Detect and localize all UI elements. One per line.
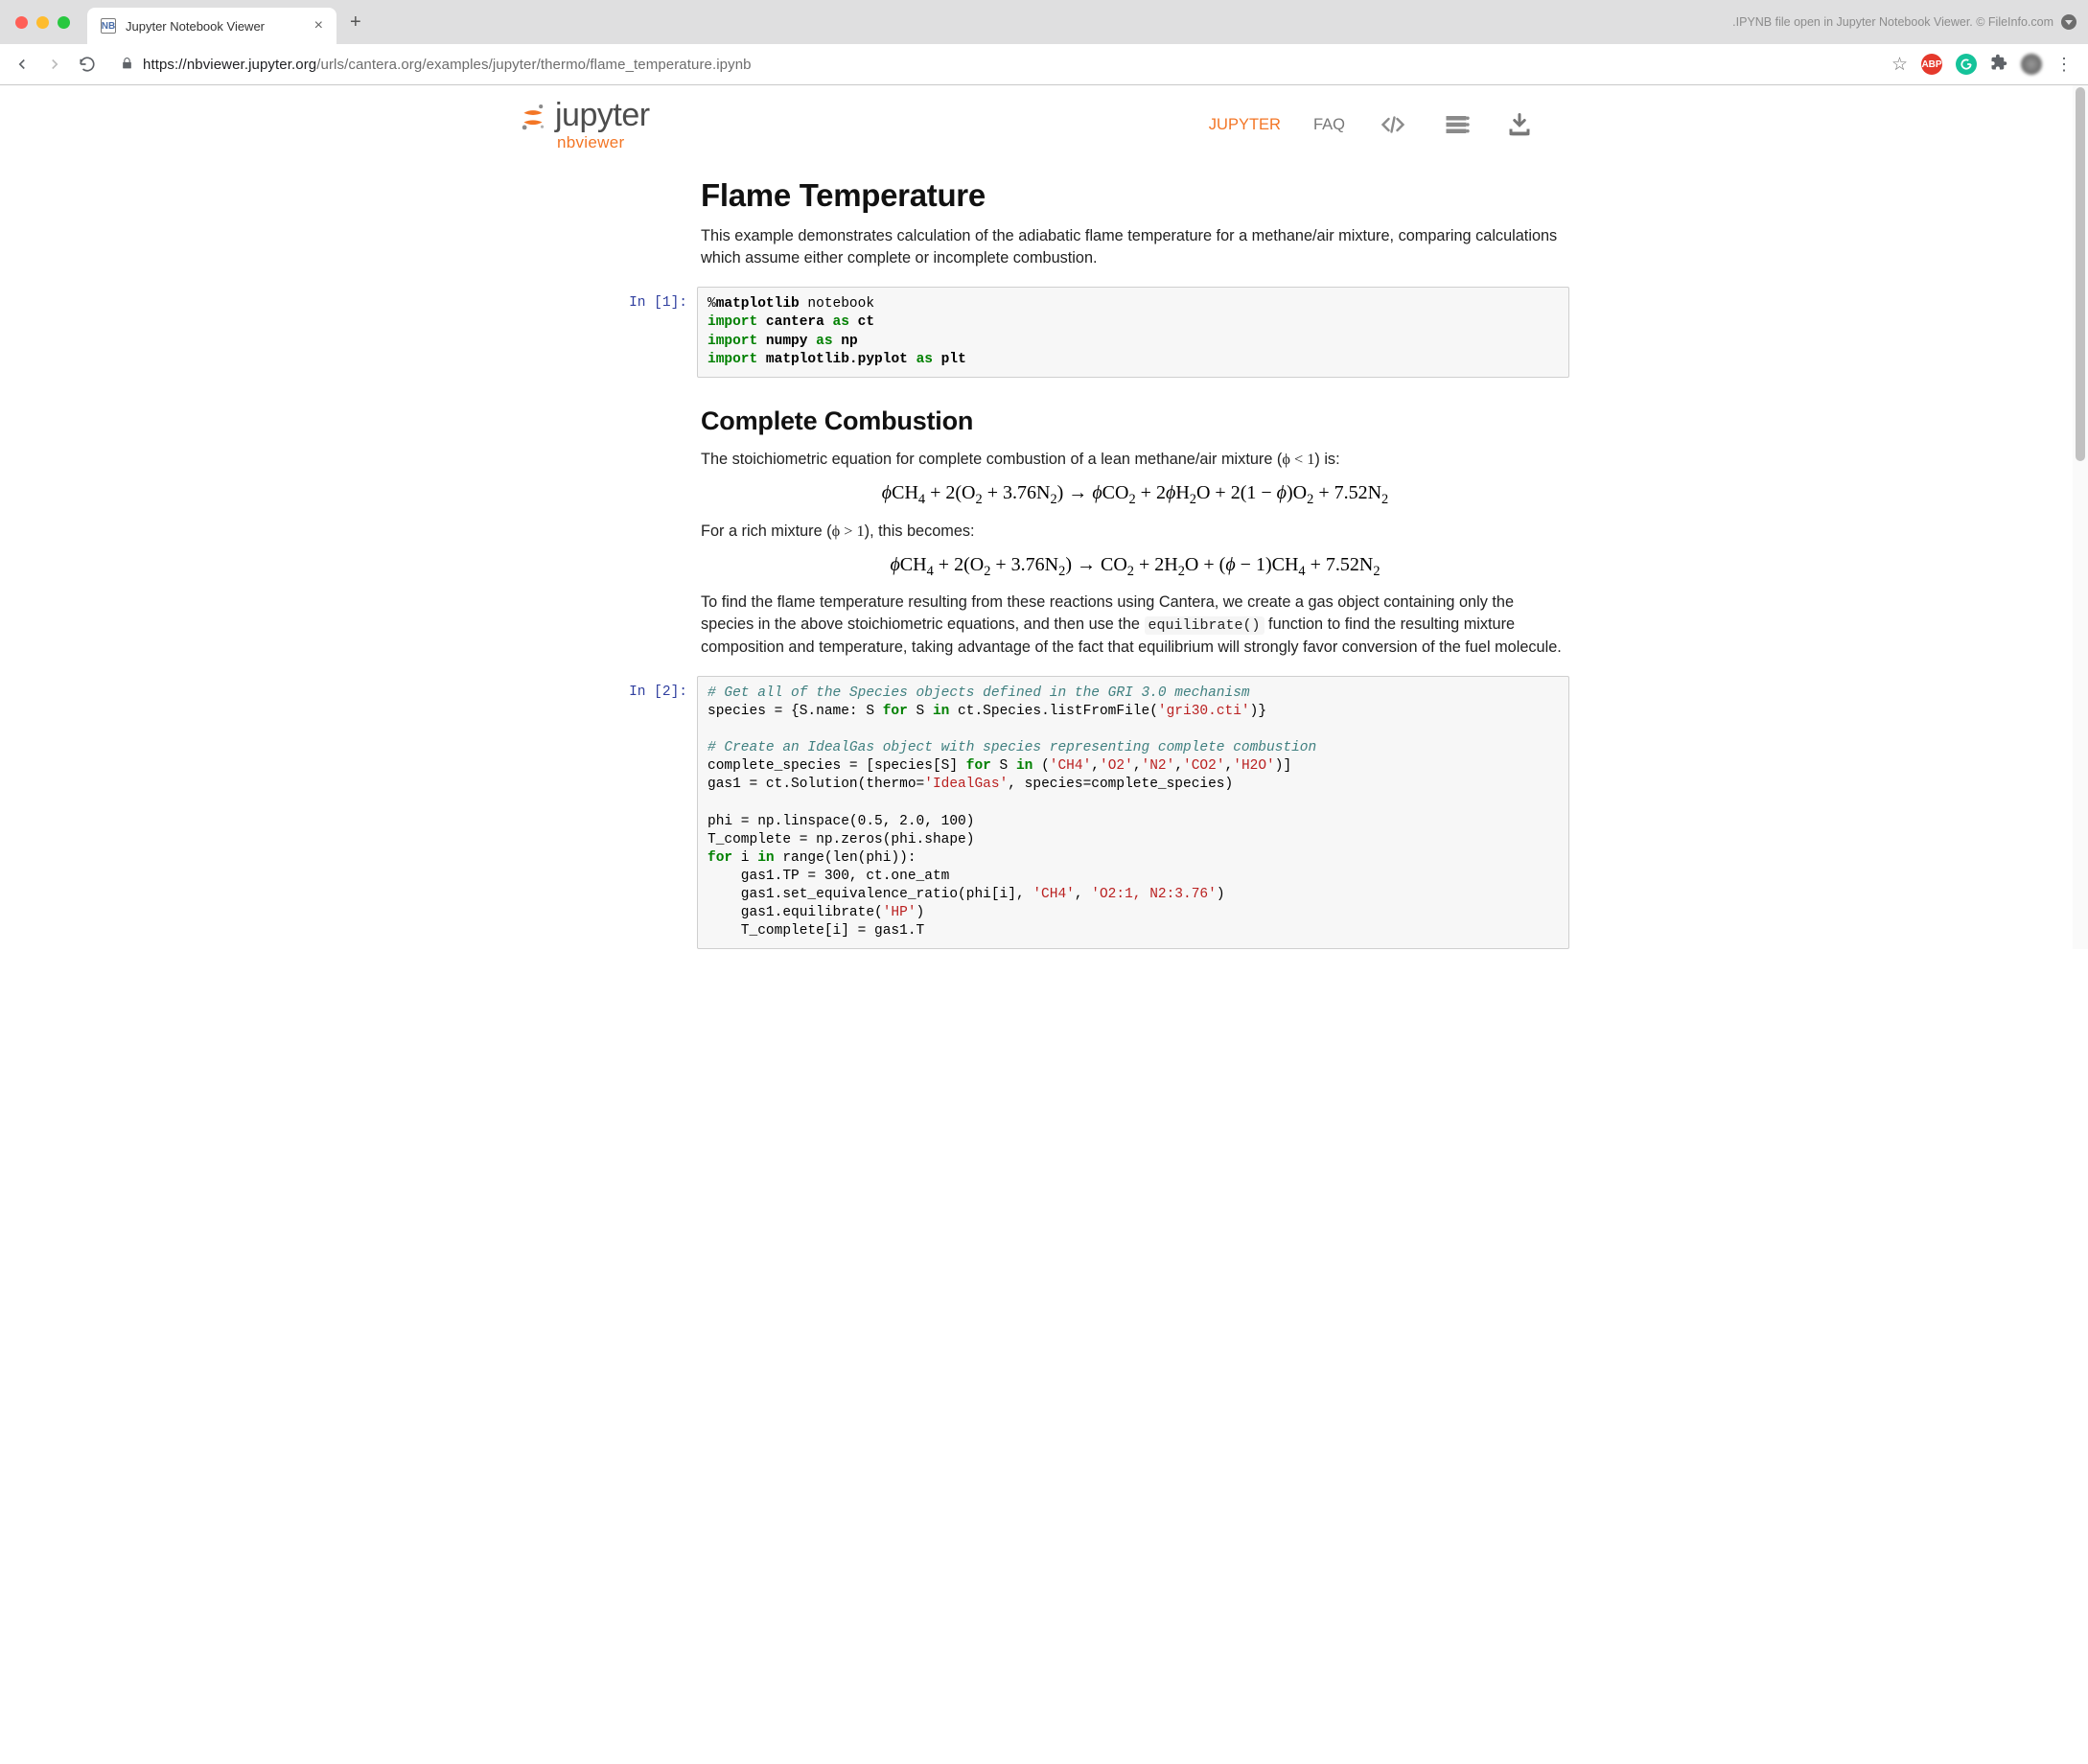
page-content: jupyter nbviewer JUPYTER FAQ Flame Tempe… — [0, 85, 2088, 949]
rich-paragraph: For a rich mixture (ϕ > 1), this becomes… — [701, 520, 1569, 543]
markdown-block: Flame Temperature This example demonstra… — [519, 177, 1569, 269]
forward-button[interactable] — [42, 52, 67, 77]
tab-bar-info: .IPYNB file open in Jupyter Notebook Vie… — [1732, 14, 2076, 30]
view-code-icon[interactable] — [1378, 110, 1408, 139]
nbviewer-header: jupyter nbviewer JUPYTER FAQ — [507, 85, 1581, 156]
bookmark-star-icon[interactable]: ☆ — [1891, 54, 1908, 76]
view-slides-icon[interactable] — [1441, 110, 1472, 139]
grammarly-extension-icon[interactable] — [1956, 54, 1977, 75]
browser-chrome: NB Jupyter Notebook Viewer × + .IPYNB fi… — [0, 0, 2088, 85]
markdown-block-2: Complete Combustion The stoichiometric e… — [519, 406, 1569, 659]
code-input[interactable]: %matplotlib notebook import cantera as c… — [697, 287, 1569, 378]
abp-extension-icon[interactable]: ABP — [1921, 54, 1942, 75]
back-button[interactable] — [10, 52, 35, 77]
cell-prompt: In [2]: — [519, 676, 697, 950]
lock-icon — [121, 57, 133, 73]
page-title: Flame Temperature — [701, 177, 1569, 214]
logo-jupyter-label: jupyter — [555, 99, 650, 131]
jupyter-logo-icon — [519, 103, 547, 131]
new-tab-button[interactable]: + — [350, 12, 361, 34]
nav-link-jupyter[interactable]: JUPYTER — [1209, 116, 1281, 134]
lean-paragraph: The stoichiometric equation for complete… — [701, 448, 1569, 471]
header-nav: JUPYTER FAQ — [1209, 110, 1535, 139]
close-window-button[interactable] — [15, 16, 28, 29]
maximize-window-button[interactable] — [58, 16, 70, 29]
logo-text: jupyter nbviewer — [555, 99, 650, 151]
tab-close-button[interactable]: × — [314, 17, 323, 35]
tab-info-text: .IPYNB file open in Jupyter Notebook Vie… — [1732, 15, 2053, 29]
tab-favicon-icon: NB — [101, 18, 116, 34]
notebook-content: Flame Temperature This example demonstra… — [519, 156, 1569, 949]
profile-avatar[interactable] — [2021, 54, 2042, 75]
cell-prompt: In [1]: — [519, 287, 697, 378]
extensions-icon[interactable] — [1990, 54, 2007, 76]
browser-tab[interactable]: NB Jupyter Notebook Viewer × — [87, 8, 336, 44]
logo-nbviewer-label: nbviewer — [557, 134, 650, 151]
code-input[interactable]: # Get all of the Species objects defined… — [697, 676, 1569, 950]
tab-bar: NB Jupyter Notebook Viewer × + .IPYNB fi… — [0, 0, 2088, 44]
equation-rich: ϕCH4 + 2(O2 + 3.76N2) → CO2 + 2H2O + (ϕ … — [701, 554, 1569, 580]
nav-bar: https://nbviewer.jupyter.org/urls/canter… — [0, 44, 2088, 84]
intro-paragraph: This example demonstrates calculation of… — [701, 225, 1569, 269]
code-cell-1: In [1]: %matplotlib notebook import cant… — [519, 287, 1569, 378]
section-heading: Complete Combustion — [701, 406, 1569, 436]
equation-lean: ϕCH4 + 2(O2 + 3.76N2) → ϕCO2 + 2ϕH2O + 2… — [701, 482, 1569, 508]
info-dropdown-icon[interactable] — [2061, 14, 2076, 30]
code-cell-2: In [2]: # Get all of the Species objects… — [519, 676, 1569, 950]
browser-menu-button[interactable]: ⋮ — [2055, 55, 2073, 75]
window-controls — [15, 16, 70, 29]
nav-link-faq[interactable]: FAQ — [1313, 116, 1345, 134]
jupyter-logo[interactable]: jupyter nbviewer — [519, 99, 650, 151]
explain-paragraph: To find the flame temperature resulting … — [701, 592, 1569, 659]
nav-right-controls: ☆ ABP ⋮ — [1891, 54, 2073, 76]
reload-button[interactable] — [75, 52, 100, 77]
inline-code: equilibrate() — [1145, 616, 1264, 635]
tab-title: Jupyter Notebook Viewer — [126, 19, 305, 34]
download-icon[interactable] — [1504, 110, 1535, 139]
scrollbar-thumb[interactable] — [2076, 87, 2085, 461]
scrollbar-track[interactable] — [2073, 85, 2088, 949]
url-bar[interactable]: https://nbviewer.jupyter.org/urls/canter… — [107, 50, 1884, 79]
minimize-window-button[interactable] — [36, 16, 49, 29]
url-text: https://nbviewer.jupyter.org/urls/canter… — [143, 57, 752, 73]
